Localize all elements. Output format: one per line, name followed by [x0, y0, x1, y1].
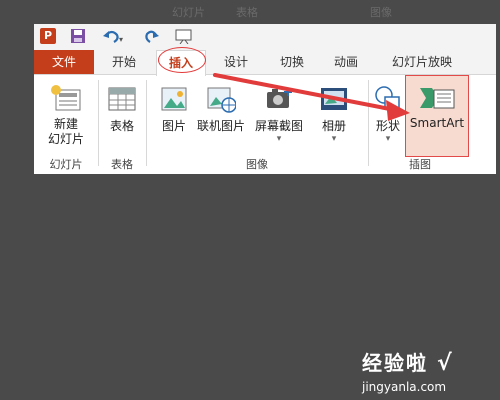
annotation-arrow	[213, 73, 410, 121]
watermark-text: 经验啦	[362, 351, 428, 375]
watermark-check: √	[436, 351, 454, 376]
watermark: 经验啦 √ jingyanla.com	[362, 347, 454, 394]
watermark-url: jingyanla.com	[362, 380, 447, 394]
